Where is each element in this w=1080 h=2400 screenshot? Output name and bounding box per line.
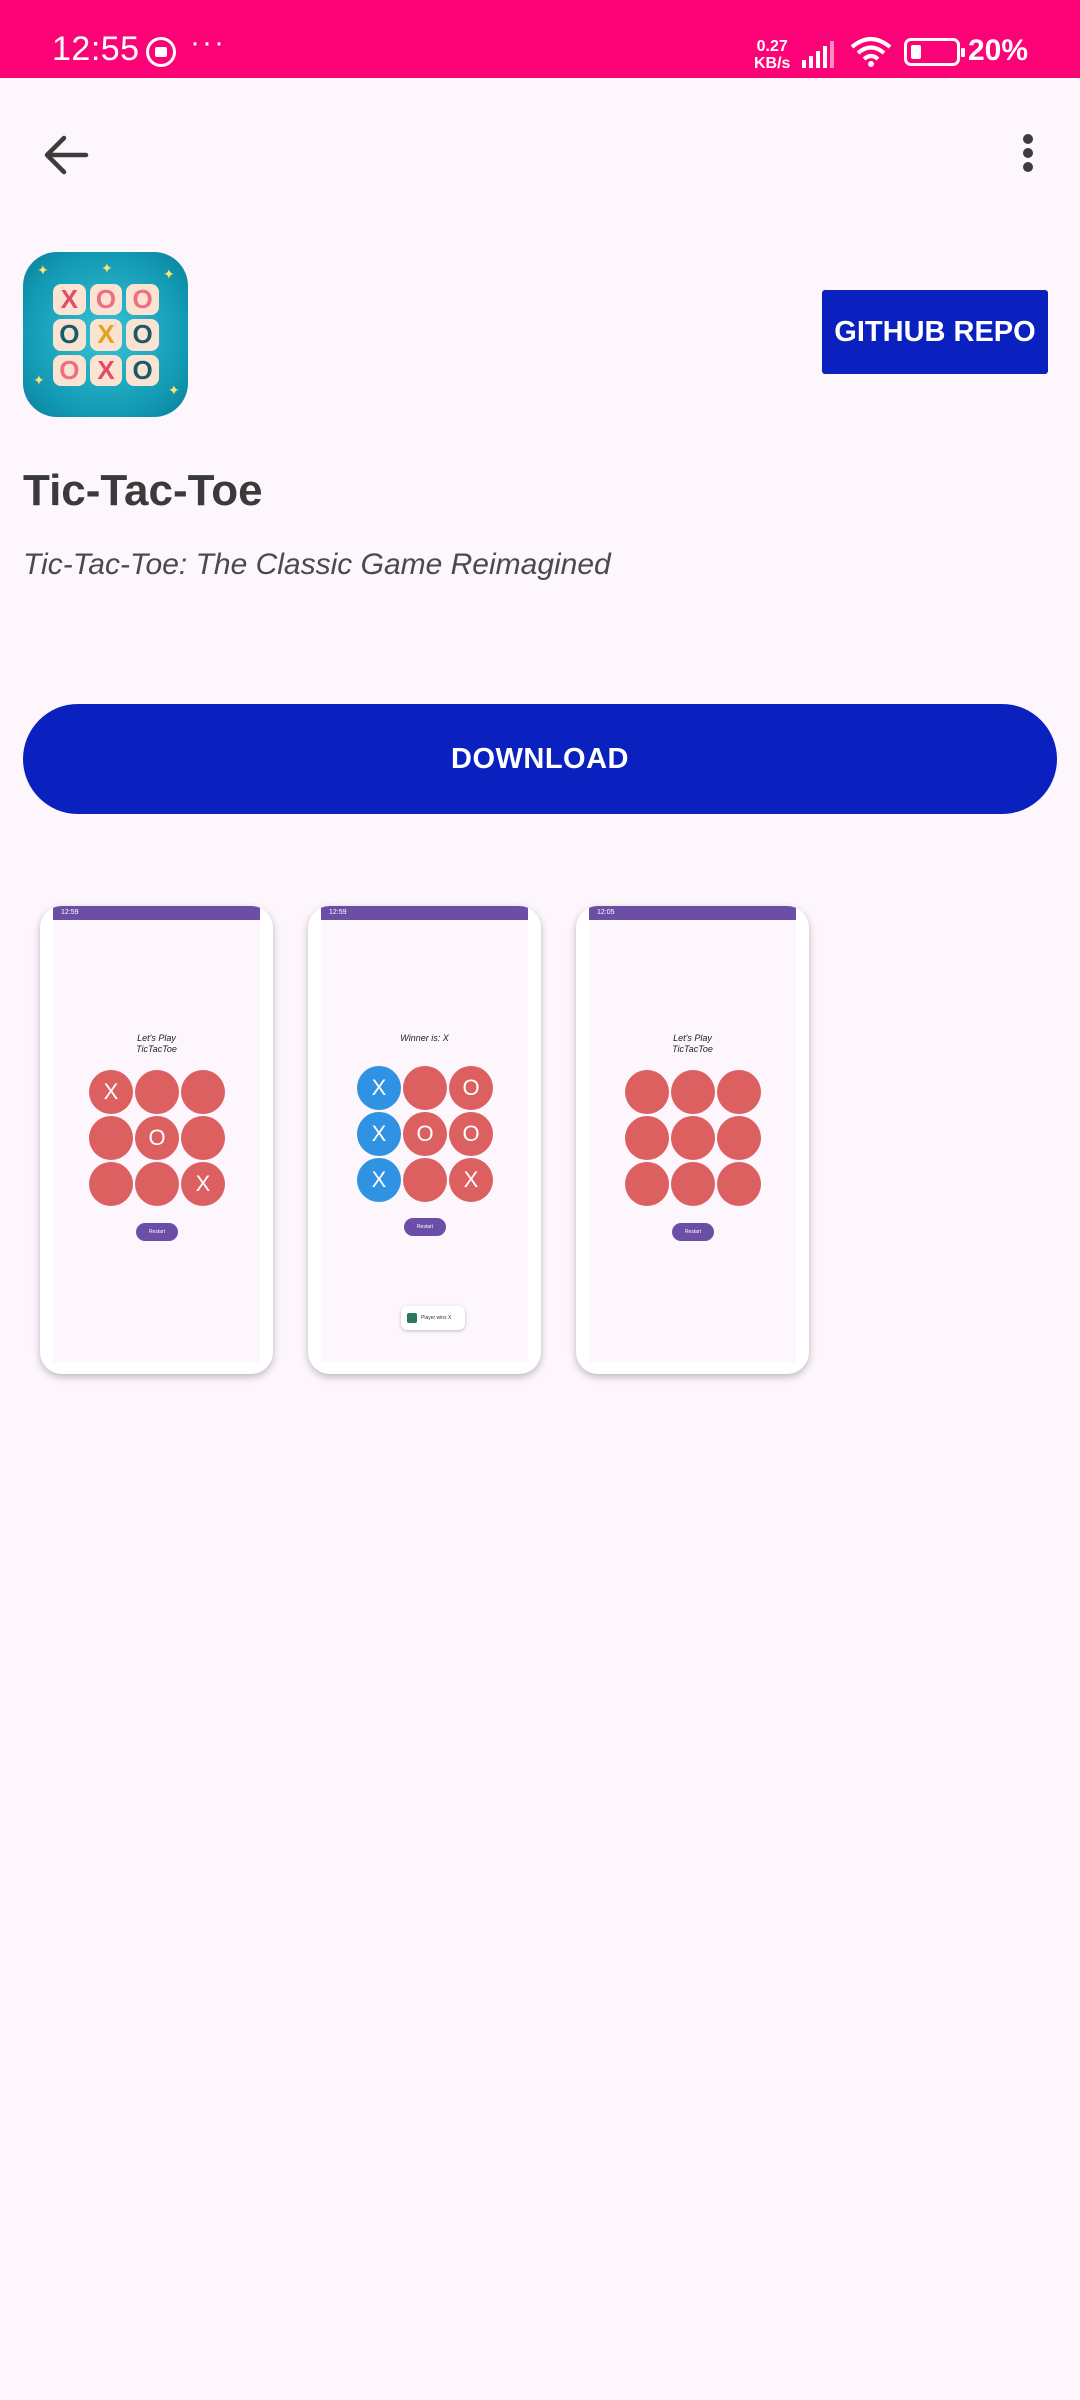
- app-icon-cell: X: [89, 354, 123, 386]
- network-speed: 0.27 KB/s: [754, 38, 790, 72]
- app-icon: [407, 1313, 417, 1323]
- screenshot-title: Let's Play TicTacToe: [136, 1033, 177, 1054]
- board-cell: [135, 1162, 179, 1206]
- board-cell: [671, 1070, 715, 1114]
- board-cell: X: [449, 1158, 493, 1202]
- screenshot-status-bar: 12:59: [53, 906, 260, 920]
- screenshot-title: Let's Play TicTacToe: [672, 1033, 713, 1054]
- screenshot-board: [625, 1070, 763, 1206]
- board-cell: X: [357, 1112, 401, 1156]
- download-button[interactable]: DOWNLOAD: [23, 704, 1057, 814]
- screenshot-thumbnail[interactable]: 12:59 Winner is: X X O X O O X X Restart Player wi…: [308, 906, 541, 1374]
- wifi-icon: [850, 37, 892, 67]
- screenshot-status-bar: 12:05: [589, 906, 796, 920]
- winner-toast-text: Player wins X: [421, 1315, 452, 1321]
- signal-icon: [802, 41, 834, 68]
- screenshot-screen: Let's Play TicTacToe Restart: [589, 920, 796, 1362]
- battery-icon: [904, 38, 965, 66]
- app-icon-grid: XOOOXOOXO: [53, 284, 159, 386]
- winner-toast: Player wins X: [401, 1306, 465, 1330]
- screenshot-status-bar: 12:59: [321, 906, 528, 920]
- status-time: 12:55: [52, 30, 140, 68]
- app-icon-cell: O: [126, 284, 159, 316]
- network-speed-value: 0.27: [756, 38, 788, 55]
- board-cell: X: [181, 1162, 225, 1206]
- restart-button: Restart: [404, 1218, 446, 1236]
- board-cell: [89, 1116, 133, 1160]
- app-icon: ✦ ✦ ✦ ✦ ✦ XOOOXOOXO: [23, 252, 188, 417]
- network-speed-unit: KB/s: [754, 55, 791, 72]
- app-subtitle: Tic-Tac-Toe: The Classic Game Reimagined: [23, 548, 611, 581]
- screenshot-thumbnail[interactable]: 12:05 Let's Play TicTacToe Restart: [576, 906, 809, 1374]
- restart-button: Restart: [672, 1223, 714, 1241]
- board-cell: O: [403, 1112, 447, 1156]
- board-cell: [403, 1066, 447, 1110]
- restart-button: Restart: [136, 1223, 178, 1241]
- board-cell: [181, 1116, 225, 1160]
- app-icon-cell: X: [53, 284, 86, 316]
- board-cell: [625, 1070, 669, 1114]
- board-cell: [671, 1116, 715, 1160]
- battery-percent: 20%: [968, 34, 1029, 67]
- board-cell: [717, 1116, 761, 1160]
- board-cell: O: [449, 1066, 493, 1110]
- board-cell: O: [449, 1112, 493, 1156]
- screenshot-board: XOXOOXX: [357, 1066, 495, 1202]
- board-cell: [89, 1162, 133, 1206]
- more-vert-icon[interactable]: [1008, 125, 1048, 185]
- board-cell: [671, 1162, 715, 1206]
- screenshot-title: Winner is: X: [400, 1033, 449, 1043]
- board-cell: [181, 1070, 225, 1114]
- board-cell: X: [357, 1066, 401, 1110]
- app-icon-cell: O: [53, 354, 86, 386]
- app-icon-cell: O: [126, 319, 159, 351]
- arrow-left-icon[interactable]: [36, 125, 96, 185]
- board-cell: O: [135, 1116, 179, 1160]
- screenshot-board: XOX: [89, 1070, 227, 1206]
- github-repo-button[interactable]: GITHUB REPO: [822, 290, 1048, 374]
- board-cell: [717, 1070, 761, 1114]
- app-icon-cell: X: [89, 319, 123, 351]
- app-icon-cell: O: [53, 319, 86, 351]
- app-title: Tic-Tac-Toe: [23, 466, 263, 515]
- status-more-indicator: ···: [190, 26, 226, 59]
- screenshot-thumbnail[interactable]: 12:59 Let's Play TicTacToe X O X Restart: [40, 906, 273, 1374]
- notification-icon: [146, 37, 176, 67]
- status-bar: 12:55 ··· 0.27 KB/s 20%: [0, 0, 1080, 78]
- screenshot-screen: Let's Play TicTacToe X O X Restart: [53, 920, 260, 1362]
- screenshot-screen: Winner is: X X O X O O X X Restart Player wins X: [321, 920, 528, 1362]
- board-cell: X: [89, 1070, 133, 1114]
- board-cell: [625, 1116, 669, 1160]
- app-icon-cell: O: [126, 354, 159, 386]
- board-cell: [625, 1162, 669, 1206]
- app-icon-cell: O: [89, 284, 123, 316]
- board-cell: [403, 1158, 447, 1202]
- board-cell: X: [357, 1158, 401, 1202]
- board-cell: [717, 1162, 761, 1206]
- board-cell: [135, 1070, 179, 1114]
